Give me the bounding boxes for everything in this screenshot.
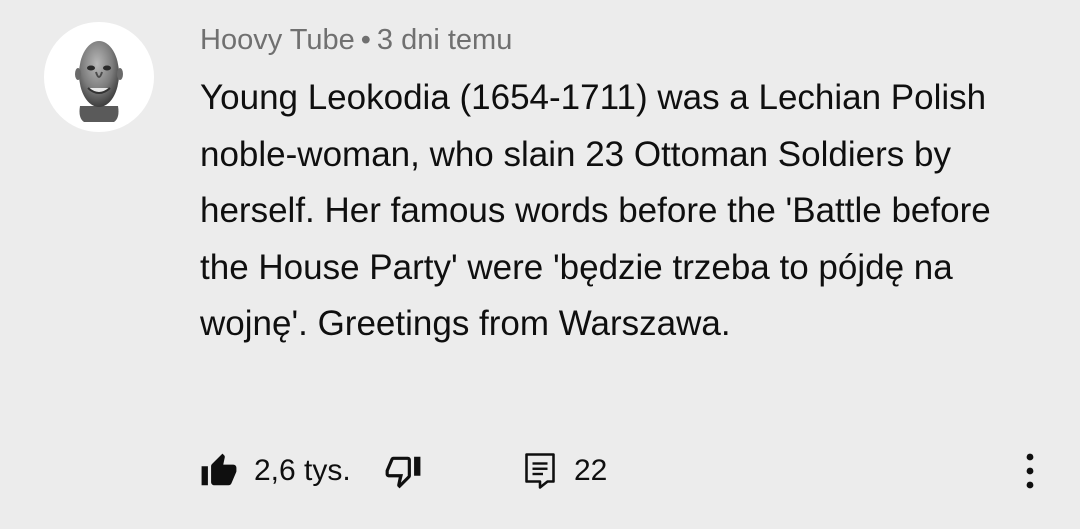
comment-reply-icon (525, 453, 555, 489)
comment-card: Hoovy Tube • 3 dni temu Young Leokodia (16… (0, 0, 1080, 529)
comment-text: Young Leokodia (1654-1711) was a Lechian… (200, 78, 991, 343)
comment-actions: 2,6 tys. 22 (200, 448, 1060, 494)
more-options-button[interactable] (1015, 448, 1045, 494)
like-count: 2,6 tys. (254, 454, 351, 487)
dislike-button[interactable] (384, 448, 422, 494)
thumb-down-outline-icon (385, 456, 421, 489)
thumb-up-filled-icon (201, 453, 237, 486)
meta-separator: • (360, 24, 371, 56)
comment-meta: Hoovy Tube • 3 dni temu (200, 24, 512, 57)
author-name[interactable]: Hoovy Tube (200, 24, 355, 56)
reply-button[interactable] (522, 448, 558, 494)
reply-count: 22 (574, 454, 608, 487)
avatar-image (75, 41, 123, 122)
timestamp[interactable]: 3 dni temu (377, 24, 512, 56)
more-vertical-icon (1026, 453, 1034, 489)
like-button[interactable] (200, 448, 238, 494)
avatar[interactable] (44, 22, 154, 132)
